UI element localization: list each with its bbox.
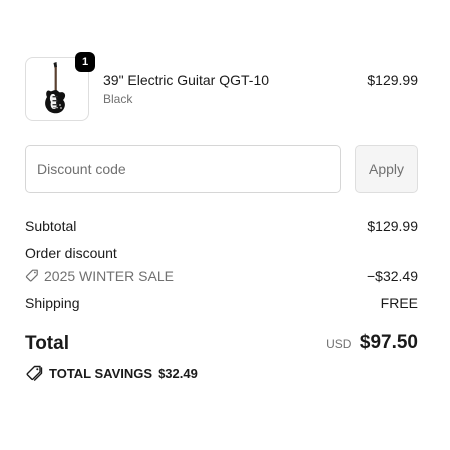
product-variant: Black (103, 92, 133, 106)
apply-discount-button[interactable]: Apply (355, 145, 418, 193)
discount-code-input[interactable] (25, 145, 341, 193)
order-discount-row: Order discount (25, 244, 418, 262)
subtotal-row: Subtotal $129.99 (25, 217, 418, 235)
total-savings-value: $32.49 (158, 365, 198, 381)
order-discount-label: Order discount (25, 245, 117, 261)
total-amount: $97.50 (359, 332, 418, 353)
shipping-value: FREE (380, 295, 418, 311)
subtotal-label: Subtotal (25, 218, 77, 234)
product-thumbnail-wrapper: 1 (25, 52, 95, 121)
quantity-badge: 1 (75, 52, 95, 72)
item-info: 39" Electric Guitar QGT-10 Black (103, 72, 269, 107)
total-amount-wrapper: USD $97.50 (326, 331, 418, 355)
total-savings-label: TOTAL SAVINGS (49, 365, 153, 381)
product-name: 39" Electric Guitar QGT-10 (103, 72, 270, 88)
order-summary: 1 39" Electric Guitar QGT-10 Black $129.… (25, 52, 418, 381)
tag-icon (25, 269, 39, 283)
discount-code-label: 2025 WINTER SALE (25, 267, 174, 285)
discount-amount: −$32.49 (367, 268, 418, 284)
total-label: Total (25, 333, 69, 354)
discount-code-row: 2025 WINTER SALE −$32.49 (25, 267, 418, 285)
shipping-row: Shipping FREE (25, 294, 418, 312)
subtotal-value: $129.99 (367, 218, 418, 234)
shipping-label: Shipping (25, 295, 80, 311)
total-savings: TOTAL SAVINGS $32.49 (25, 363, 198, 383)
tags-icon (25, 365, 43, 381)
discount-code-text: 2025 WINTER SALE (44, 268, 174, 284)
currency-code: USD (326, 337, 352, 351)
line-item: 1 39" Electric Guitar QGT-10 Black $129.… (25, 52, 418, 121)
total-row: Total USD $97.50 (25, 331, 418, 357)
product-price: $129.99 (367, 72, 418, 88)
discount-form: Apply (25, 145, 418, 193)
